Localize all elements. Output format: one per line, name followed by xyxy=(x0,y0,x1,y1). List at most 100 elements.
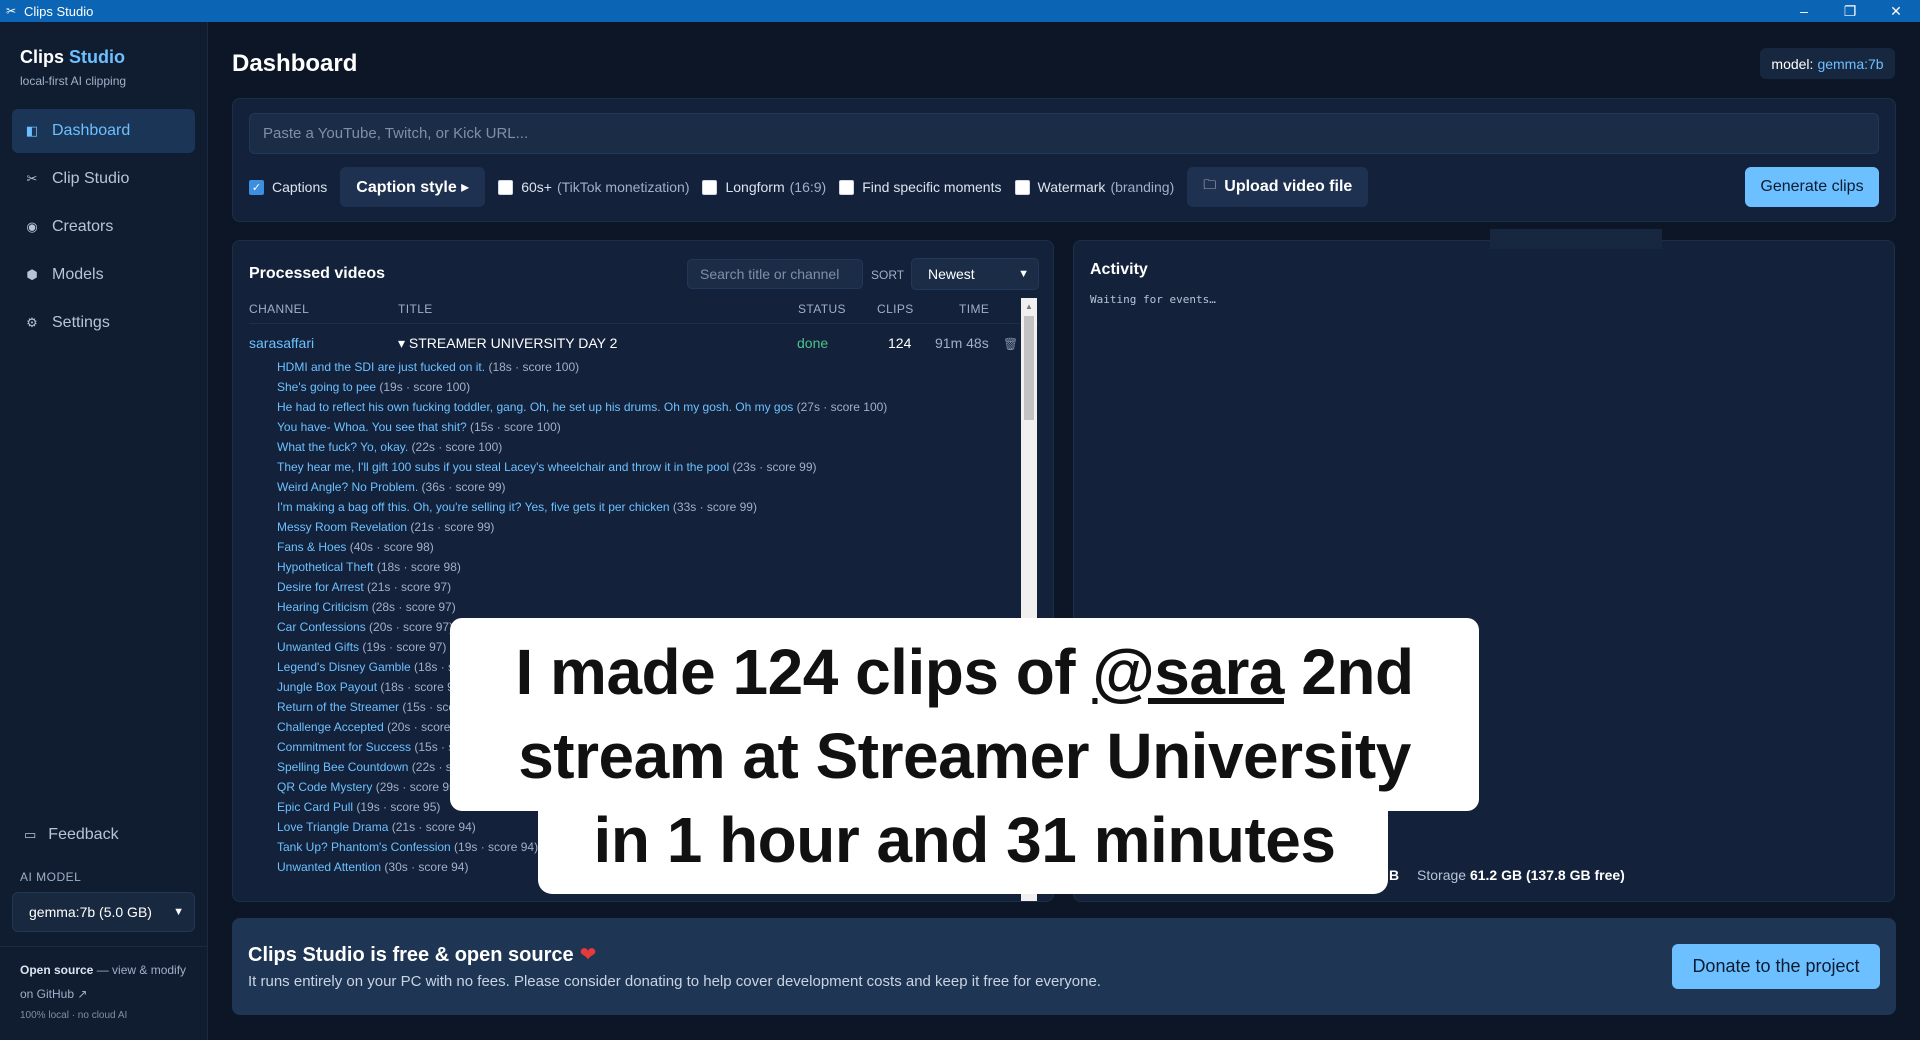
watermark-label: Watermark xyxy=(1037,179,1106,195)
column-header-title: TITLE xyxy=(398,302,433,316)
scroll-up-arrow-icon[interactable]: ▲ xyxy=(1021,298,1037,314)
clip-meta: (19s · score 97) xyxy=(359,640,447,654)
clip-meta: (21s · score 97) xyxy=(363,580,452,594)
clip-list-item[interactable]: Desire for Arrest (21s · score 97) xyxy=(277,577,1027,597)
sidebar-divider xyxy=(0,946,208,947)
clip-title-link[interactable]: HDMI and the SDI are just fucked on it. xyxy=(277,360,485,374)
clip-title-link[interactable]: Epic Card Pull xyxy=(277,800,353,814)
sidebar-item-settings[interactable]: ⚙ Settings xyxy=(12,301,195,345)
folder-icon: 🗀 xyxy=(1203,177,1217,192)
upload-video-button[interactable]: 🗀 Upload video file xyxy=(1187,167,1369,207)
sidebar-item-label: Clip Studio xyxy=(52,170,130,187)
video-search-input[interactable]: Search title or channel xyxy=(687,259,863,289)
clip-title-link[interactable]: Legend's Disney Gamble xyxy=(277,660,411,674)
clip-list-item[interactable]: Hearing Criticism (28s · score 97) xyxy=(277,597,1027,617)
brand-subtitle: local-first AI clipping xyxy=(20,74,127,88)
clip-meta: (18s · score 96 xyxy=(377,680,461,694)
clip-list-item[interactable]: She's going to pee (19s · score 100) xyxy=(277,377,1027,397)
sort-select[interactable]: Newest ▼ xyxy=(911,258,1039,290)
clip-title-link[interactable]: She's going to pee xyxy=(277,380,376,394)
clip-title-link[interactable]: Weird Angle? No Problem. xyxy=(277,480,418,494)
restore-button[interactable]: ❐ xyxy=(1830,0,1870,22)
donate-button[interactable]: Donate to the project xyxy=(1672,944,1880,989)
longform-checkbox[interactable] xyxy=(702,179,718,195)
find-moments-checkbox[interactable] xyxy=(839,179,855,195)
brand-name: Clips xyxy=(20,47,65,67)
clip-title-link[interactable]: They hear me, I'll gift 100 subs if you … xyxy=(277,460,729,474)
captions-checkbox[interactable]: ✓ xyxy=(249,179,264,195)
clip-title-link[interactable]: Challenge Accepted xyxy=(277,720,384,734)
captions-option[interactable]: ✓ Captions xyxy=(249,179,327,195)
ai-model-select[interactable]: gemma:7b (5.0 GB) ▼ xyxy=(12,892,195,932)
donate-title: Clips Studio is free & open source ❤ xyxy=(248,942,596,967)
caption-style-button[interactable]: Caption style ▸ xyxy=(340,167,486,207)
clip-title-link[interactable]: Tank Up? Phantom's Confession xyxy=(277,840,451,854)
page-title: Dashboard xyxy=(232,50,358,77)
sixty-plus-note: (TikTok monetization) xyxy=(556,179,690,195)
clip-title-link[interactable]: Love Triangle Drama xyxy=(277,820,388,834)
brand-title: Clips Studio xyxy=(20,47,125,68)
clip-meta: (18s · score 100) xyxy=(485,360,580,374)
sidebar-item-creators[interactable]: ◉ Creators xyxy=(12,205,195,249)
clip-title-link[interactable]: You have- Whoa. You see that shit? xyxy=(277,420,467,434)
url-input[interactable] xyxy=(249,113,1879,154)
clip-title-link[interactable]: Commitment for Success xyxy=(277,740,411,754)
clip-meta: (40s · score 98) xyxy=(346,540,434,554)
clip-list-item[interactable]: What the fuck? Yo, okay. (22s · score 10… xyxy=(277,437,1027,457)
clip-list-item[interactable]: I'm making a bag off this. Oh, you're se… xyxy=(277,497,1027,517)
watermark-checkbox[interactable] xyxy=(1014,179,1030,195)
clip-list-item[interactable]: He had to reflect his own fucking toddle… xyxy=(277,397,1027,417)
caption-line-3: in 1 hour and 31 minutes xyxy=(593,804,1336,876)
watermark-option[interactable]: Watermark (branding) xyxy=(1014,179,1174,195)
clip-title-link[interactable]: Desire for Arrest xyxy=(277,580,364,594)
model-badge-label: model: xyxy=(1771,55,1814,72)
clip-title-link[interactable]: Hearing Criticism xyxy=(277,600,368,614)
clip-title-link[interactable]: Hypothetical Theft xyxy=(277,560,374,574)
clip-title-link[interactable]: Return of the Streamer xyxy=(277,700,399,714)
longform-note: (16:9) xyxy=(789,179,827,195)
clip-title-link[interactable]: Car Confessions xyxy=(277,620,366,634)
close-button[interactable]: ✕ xyxy=(1876,0,1916,22)
minimize-button[interactable]: – xyxy=(1784,0,1824,22)
clip-title-link[interactable]: Fans & Hoes xyxy=(277,540,346,554)
clip-list-item[interactable]: Hypothetical Theft (18s · score 98) xyxy=(277,557,1027,577)
donate-text: It runs entirely on your PC with no fees… xyxy=(248,973,1101,990)
clip-list-item[interactable]: Messy Room Revelation (21s · score 99) xyxy=(277,517,1027,537)
clip-meta: (18s · score 98) xyxy=(373,560,461,574)
local-note: 100% local · no cloud AI xyxy=(20,1010,128,1021)
caption-line-1: I made 124 clips of @sara 2nd xyxy=(450,630,1479,714)
clip-title-link[interactable]: Unwanted Attention xyxy=(277,860,381,874)
generate-clips-button[interactable]: Generate clips xyxy=(1745,167,1879,207)
find-moments-label: Find specific moments xyxy=(862,179,1002,195)
clip-title-link[interactable]: Messy Room Revelation xyxy=(277,520,407,534)
clip-list-item[interactable]: Weird Angle? No Problem. (36s · score 99… xyxy=(277,477,1027,497)
clip-title-link[interactable]: He had to reflect his own fucking toddle… xyxy=(277,400,793,414)
window-title: Clips Studio xyxy=(24,3,94,19)
sidebar-item-dashboard[interactable]: ◧ Dashboard xyxy=(12,109,195,153)
clip-list-item[interactable]: Fans & Hoes (40s · score 98) xyxy=(277,537,1027,557)
table-header-divider xyxy=(249,323,1039,324)
sixty-plus-checkbox[interactable] xyxy=(498,179,514,195)
delete-icon[interactable]: 🗑 xyxy=(1003,337,1018,351)
clip-title-link[interactable]: Spelling Bee Countdown xyxy=(277,760,408,774)
clip-title-link[interactable]: I'm making a bag off this. Oh, you're se… xyxy=(277,500,670,514)
clip-title-link[interactable]: What the fuck? Yo, okay. xyxy=(277,440,408,454)
feedback-link[interactable]: ▭ Feedback xyxy=(24,826,119,844)
sidebar-item-label: Settings xyxy=(52,314,110,331)
clip-title-link[interactable]: Unwanted Gifts xyxy=(277,640,359,654)
clip-list-item[interactable]: HDMI and the SDI are just fucked on it. … xyxy=(277,357,1027,377)
longform-option[interactable]: Longform (16:9) xyxy=(702,179,826,195)
clip-title-link[interactable]: QR Code Mystery xyxy=(277,780,372,794)
sidebar-item-models[interactable]: ⬢ Models xyxy=(12,253,195,297)
row-title-toggle[interactable]: ▾ STREAMER UNIVERSITY DAY 2 xyxy=(398,335,617,352)
clip-title-link[interactable]: Jungle Box Payout xyxy=(277,680,377,694)
find-moments-option[interactable]: Find specific moments xyxy=(839,179,1002,195)
clip-list-item[interactable]: They hear me, I'll gift 100 subs if you … xyxy=(277,457,1027,477)
clip-meta: (22s · score 100) xyxy=(408,440,503,454)
sixty-plus-option[interactable]: 60s+ (TikTok monetization) xyxy=(498,179,689,195)
sidebar-item-clip-studio[interactable]: ✂ Clip Studio xyxy=(12,157,195,201)
clip-list-item[interactable]: You have- Whoa. You see that shit? (15s … xyxy=(277,417,1027,437)
scrollbar-thumb[interactable] xyxy=(1024,316,1034,420)
row-channel-link[interactable]: sarasaffari xyxy=(249,335,314,351)
open-source-note[interactable]: Open source — view & modify on GitHub ↗ xyxy=(20,958,195,1006)
